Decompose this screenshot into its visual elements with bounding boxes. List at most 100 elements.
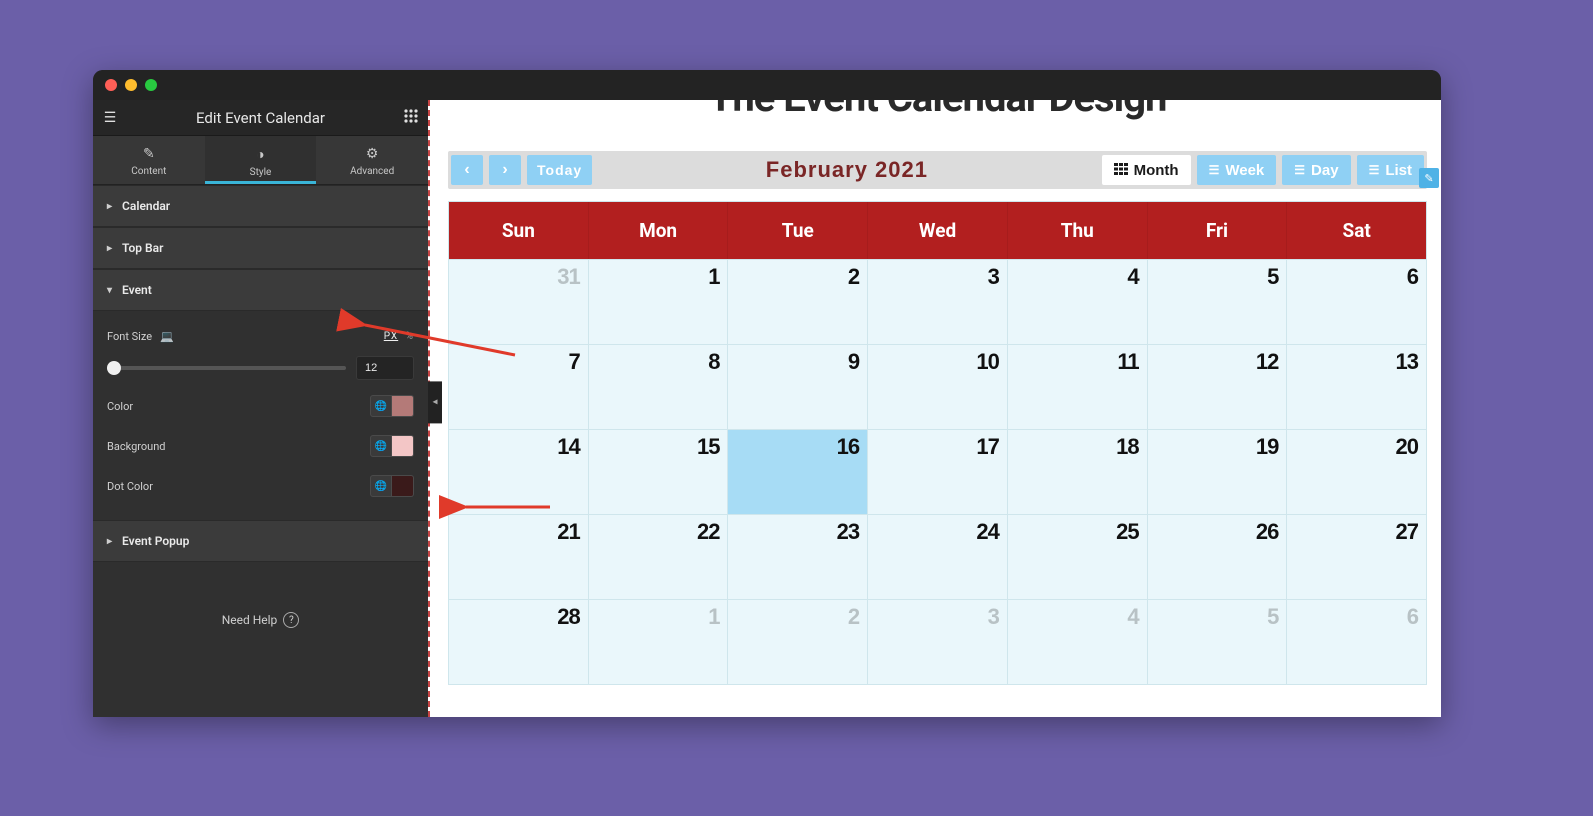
minimize-window-button[interactable] [125,79,137,91]
font-size-slider-row [107,356,414,380]
calendar-day-cell[interactable]: 27 [1287,514,1426,599]
unit-toggle[interactable]: PX % [384,331,414,342]
view-day-button[interactable]: ☰ Day [1282,155,1350,185]
calendar-day-cell[interactable]: 20 [1287,429,1426,514]
desktop-icon[interactable]: 💻 [160,330,174,343]
view-month-button[interactable]: Month [1102,155,1191,185]
font-size-slider[interactable] [107,366,346,370]
calendar-day-cell[interactable]: 21 [449,514,589,599]
chevron-down-icon: ▾ [107,285,112,296]
calendar-day-cell[interactable]: 5 [1148,599,1288,684]
calendar-day-cell[interactable]: 25 [1008,514,1148,599]
font-size-input[interactable] [356,356,414,380]
section-event-popup[interactable]: ▸ Event Popup [93,520,428,562]
next-button[interactable]: › [489,155,521,185]
calendar-day-number: 7 [568,349,579,375]
unit-px[interactable]: PX [384,331,398,342]
globe-icon[interactable]: 🌐 [370,395,392,417]
color-label: Color [107,400,133,413]
calendar-day-cell[interactable]: 19 [1148,429,1288,514]
calendar-day-cell[interactable]: 6 [1287,259,1426,344]
color-swatch[interactable] [392,395,414,417]
edit-pencil-icon[interactable]: ✎ [1419,168,1439,188]
sidebar-collapse-handle[interactable]: ◂ [428,381,442,423]
section-event[interactable]: ▾ Event [93,269,428,311]
calendar-day-cell[interactable]: 9 [728,344,868,429]
dot-color-swatch[interactable] [392,475,414,497]
hamburger-menu-icon[interactable]: ☰ [101,110,119,126]
background-row: Background 🌐 [107,426,414,466]
calendar-day-cell[interactable]: 2 [728,599,868,684]
calendar-day-number: 2 [848,604,859,630]
calendar-day-number: 31 [557,264,579,290]
prev-button[interactable]: ‹ [451,155,483,185]
sidebar-title: Edit Event Calendar [119,109,402,127]
apps-grid-icon[interactable] [402,109,420,127]
calendar-day-cell[interactable]: 8 [589,344,729,429]
tab-style[interactable]: ◑ Style [205,136,317,184]
tab-content[interactable]: ✎ Content [93,136,205,184]
tab-advanced[interactable]: ⚙ Advanced [316,136,428,184]
calendar-day-cell[interactable]: 2 [728,259,868,344]
calendar-header-row: SunMonTueWedThuFriSat [449,202,1426,259]
gear-icon: ⚙ [316,146,428,162]
calendar-day-cell[interactable]: 17 [868,429,1008,514]
today-button[interactable]: Today [527,155,592,185]
calendar-day-number: 23 [837,519,859,545]
calendar-current-month: February 2021 [598,157,1095,183]
help-icon: ? [283,612,299,628]
need-help[interactable]: Need Help ? [93,612,428,628]
dot-color-row: Dot Color 🌐 [107,466,414,506]
calendar-day-cell[interactable]: 6 [1287,599,1426,684]
view-month-label: Month [1134,162,1179,179]
pencil-icon: ✎ [93,146,205,162]
calendar-day-cell[interactable]: 31 [449,259,589,344]
calendar-day-number: 17 [976,434,998,460]
globe-icon[interactable]: 🌐 [370,435,392,457]
calendar-day-cell[interactable]: 18 [1008,429,1148,514]
unit-percent[interactable]: % [406,331,414,342]
calendar-day-cell[interactable]: 3 [868,599,1008,684]
calendar-day-number: 4 [1127,264,1138,290]
calendar-day-cell[interactable]: 5 [1148,259,1288,344]
tab-advanced-label: Advanced [350,166,394,177]
calendar-day-cell[interactable]: 1 [589,599,729,684]
globe-icon[interactable]: 🌐 [370,475,392,497]
calendar-day-number: 6 [1407,604,1418,630]
background-label: Background [107,440,165,453]
calendar-day-cell[interactable]: 15 [589,429,729,514]
calendar-day-cell[interactable]: 1 [589,259,729,344]
calendar-day-cell[interactable]: 24 [868,514,1008,599]
calendar-day-cell[interactable]: 4 [1008,259,1148,344]
slider-thumb[interactable] [107,361,121,375]
maximize-window-button[interactable] [145,79,157,91]
calendar-day-number: 15 [697,434,719,460]
calendar-day-cell[interactable]: 22 [589,514,729,599]
calendar-day-cell[interactable]: 14 [449,429,589,514]
calendar-day-cell[interactable]: 7 [449,344,589,429]
calendar-day-cell[interactable]: 28 [449,599,589,684]
calendar-day-cell[interactable]: 16 [728,429,868,514]
view-week-button[interactable]: ☰ Week [1197,155,1277,185]
calendar-day-number: 4 [1127,604,1138,630]
close-window-button[interactable] [105,79,117,91]
calendar-day-cell[interactable]: 12 [1148,344,1288,429]
calendar-day-cell[interactable]: 3 [868,259,1008,344]
background-swatch[interactable] [392,435,414,457]
calendar-day-cell[interactable]: 10 [868,344,1008,429]
calendar-day-cell[interactable]: 23 [728,514,868,599]
calendar-day-cell[interactable]: 4 [1008,599,1148,684]
calendar-day-number: 25 [1116,519,1138,545]
calendar-day-cell[interactable]: 11 [1008,344,1148,429]
view-day-label: Day [1311,162,1339,179]
calendar-day-number: 16 [837,434,859,460]
view-list-button[interactable]: ☰ List [1357,155,1424,185]
section-top-bar[interactable]: ▸ Top Bar [93,227,428,269]
section-calendar[interactable]: ▸ Calendar [93,185,428,227]
calendar-week-row: 31 123 456 [449,259,1426,344]
section-top-bar-label: Top Bar [122,241,163,255]
calendar-week-row: 14 15 16 17 181920 [449,429,1426,514]
calendar-day-number: 9 [848,349,859,375]
calendar-day-cell[interactable]: 13 [1287,344,1426,429]
calendar-day-cell[interactable]: 26 [1148,514,1288,599]
